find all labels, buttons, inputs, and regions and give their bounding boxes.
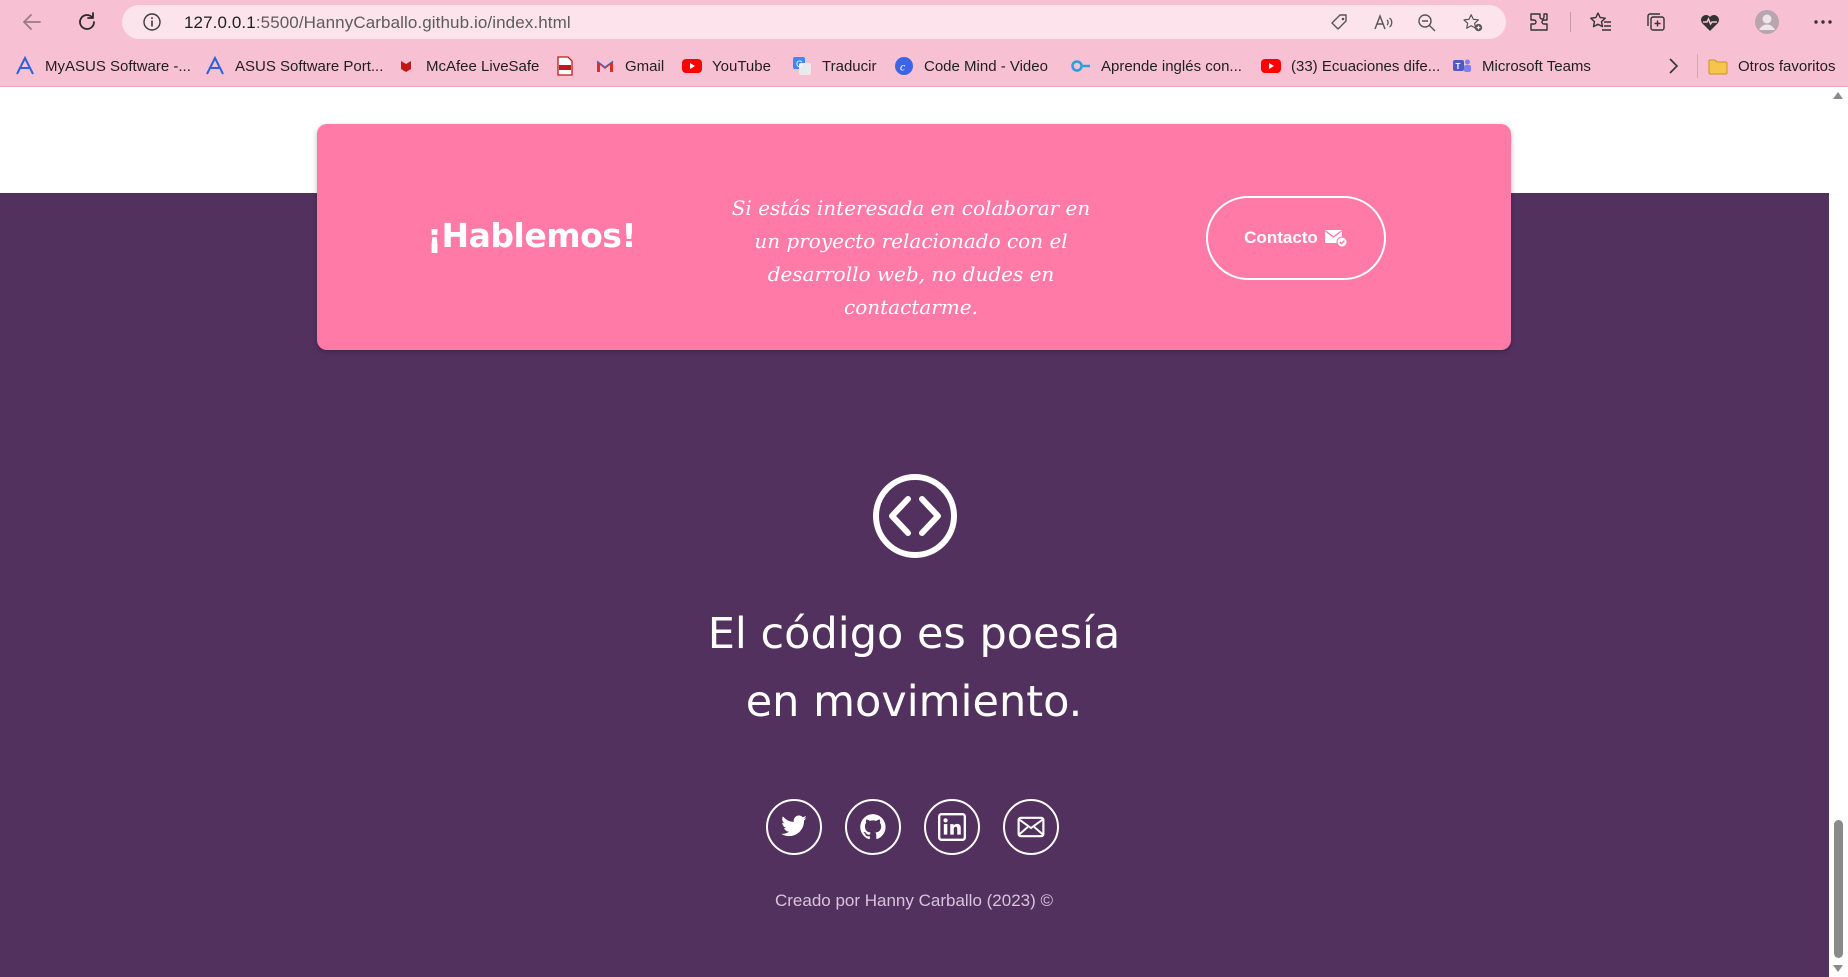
social-links	[766, 799, 1059, 855]
profile-avatar[interactable]	[1754, 9, 1780, 35]
bookmark-label: Aprende inglés con...	[1101, 57, 1242, 75]
bookmark-teams[interactable]: T Microsoft Teams	[1452, 55, 1591, 77]
contact-button-label: Contacto	[1244, 228, 1318, 247]
youtube-icon	[682, 56, 702, 76]
svg-text:G: G	[796, 59, 803, 69]
scroll-up-arrow-icon[interactable]	[1833, 92, 1843, 99]
folder-icon	[1708, 56, 1728, 76]
tagline-line-1: El código es poesía	[707, 609, 1121, 659]
twitter-link[interactable]	[766, 799, 822, 855]
url-path: :5500/HannyCarballo.github.io/index.html	[255, 13, 571, 32]
code-logo-icon	[873, 474, 957, 558]
email-link[interactable]	[1003, 799, 1059, 855]
mcafee-icon	[396, 56, 416, 76]
bookmark-gmail[interactable]: Gmail	[595, 55, 664, 77]
linkedin-icon	[938, 813, 966, 841]
github-link[interactable]	[845, 799, 901, 855]
footer-tagline: El código es poesía en movimiento.	[614, 600, 1214, 736]
bookmark-myasus[interactable]: MyASUS Software -...	[15, 55, 191, 77]
cta-text: Si estás interesada en colaborar en un p…	[731, 196, 1091, 319]
zoom-icon[interactable]	[1416, 12, 1438, 34]
back-button[interactable]	[16, 6, 48, 38]
other-favorites-label: Otros favoritos	[1738, 57, 1836, 75]
translate-icon: G	[792, 56, 812, 76]
bookmark-label: ASUS Software Port...	[235, 57, 384, 75]
address-bar[interactable]: 127.0.0.1:5500/HannyCarballo.github.io/i…	[122, 5, 1506, 39]
bookmark-label: McAfee LiveSafe	[426, 57, 540, 75]
asus-icon	[205, 56, 225, 76]
other-favorites-folder[interactable]: Otros favoritos	[1708, 55, 1836, 77]
bookmark-label: Code Mind - Video	[924, 57, 1048, 75]
codemind-icon: c	[894, 56, 914, 76]
bookmark-label: (33) Ecuaciones dife...	[1291, 57, 1441, 75]
favorites-icon[interactable]	[1588, 9, 1614, 35]
bookmark-asus-portal[interactable]: ASUS Software Port...	[205, 55, 383, 77]
mail-icon	[1017, 816, 1045, 838]
back-arrow-icon	[23, 14, 41, 30]
url-host: 127.0.0.1	[184, 13, 256, 32]
browser-essentials-icon[interactable]	[1697, 9, 1723, 35]
browser-toolbar: 127.0.0.1:5500/HannyCarballo.github.io/i…	[0, 0, 1848, 44]
bookmark-label: Traducir	[822, 57, 877, 75]
bookmark-aprende-ingles[interactable]: Aprende inglés con...	[1071, 55, 1242, 77]
footer-credit: Creado por Hanny Carballo (2023) ©	[774, 891, 1054, 910]
linkedin-link[interactable]	[924, 799, 980, 855]
github-icon	[860, 814, 886, 840]
svg-text:c: c	[900, 60, 906, 74]
refresh-button[interactable]	[71, 6, 103, 38]
bookmark-ecuaciones[interactable]: (33) Ecuaciones dife...	[1261, 55, 1440, 77]
contact-button[interactable]: Contacto	[1206, 196, 1386, 280]
bookmark-pdf[interactable]	[555, 55, 585, 77]
chevron-right-icon	[1669, 58, 1679, 74]
twitter-icon	[781, 815, 807, 837]
page-scrollbar[interactable]	[1829, 88, 1848, 977]
gmail-icon	[595, 56, 615, 76]
read-aloud-icon[interactable]	[1372, 12, 1394, 34]
bookmark-youtube[interactable]: YouTube	[682, 55, 771, 77]
scrollbar-thumb[interactable]	[1834, 820, 1843, 958]
bookmark-label: Gmail	[625, 57, 665, 75]
bookmark-label: Microsoft Teams	[1482, 57, 1591, 75]
bookmarks-overflow-button[interactable]	[1666, 55, 1680, 77]
page-viewport: ¡Hablemos! Si estás interesada en colabo…	[0, 88, 1829, 977]
bookmark-label: MyASUS Software -...	[45, 57, 191, 75]
scroll-down-arrow-icon[interactable]	[1833, 965, 1843, 972]
refresh-icon	[79, 12, 95, 30]
bookmark-traducir[interactable]: G Traducir	[792, 55, 876, 77]
bookmarks-bar: MyASUS Software -... ASUS Software Port.…	[0, 44, 1848, 87]
more-menu-icon[interactable]	[1810, 9, 1836, 35]
tagline-line-2: en movimiento.	[745, 677, 1083, 727]
extensions-icon[interactable]	[1526, 9, 1552, 35]
cta-title: ¡Hablemos!	[427, 216, 637, 255]
pdf-icon	[555, 56, 575, 76]
link-icon	[1071, 56, 1091, 76]
svg-text:T: T	[1456, 62, 1461, 71]
bookmark-mcafee[interactable]: McAfee LiveSafe	[396, 55, 539, 77]
mail-check-icon	[1324, 230, 1348, 248]
asus-icon	[15, 56, 35, 76]
toolbar-separator	[1570, 12, 1571, 32]
bookmarks-separator	[1697, 54, 1698, 78]
bookmark-label: YouTube	[712, 57, 771, 75]
add-favorite-icon[interactable]	[1462, 12, 1484, 34]
coupon-icon[interactable]	[1328, 12, 1350, 34]
site-info-icon[interactable]	[142, 12, 162, 37]
youtube-icon	[1261, 56, 1281, 76]
teams-icon: T	[1452, 56, 1472, 76]
collections-icon[interactable]	[1643, 9, 1669, 35]
url-text[interactable]: 127.0.0.1:5500/HannyCarballo.github.io/i…	[184, 13, 571, 33]
bookmark-codemind[interactable]: c Code Mind - Video	[894, 55, 1048, 77]
contact-cta-card: ¡Hablemos! Si estás interesada en colabo…	[317, 124, 1511, 350]
